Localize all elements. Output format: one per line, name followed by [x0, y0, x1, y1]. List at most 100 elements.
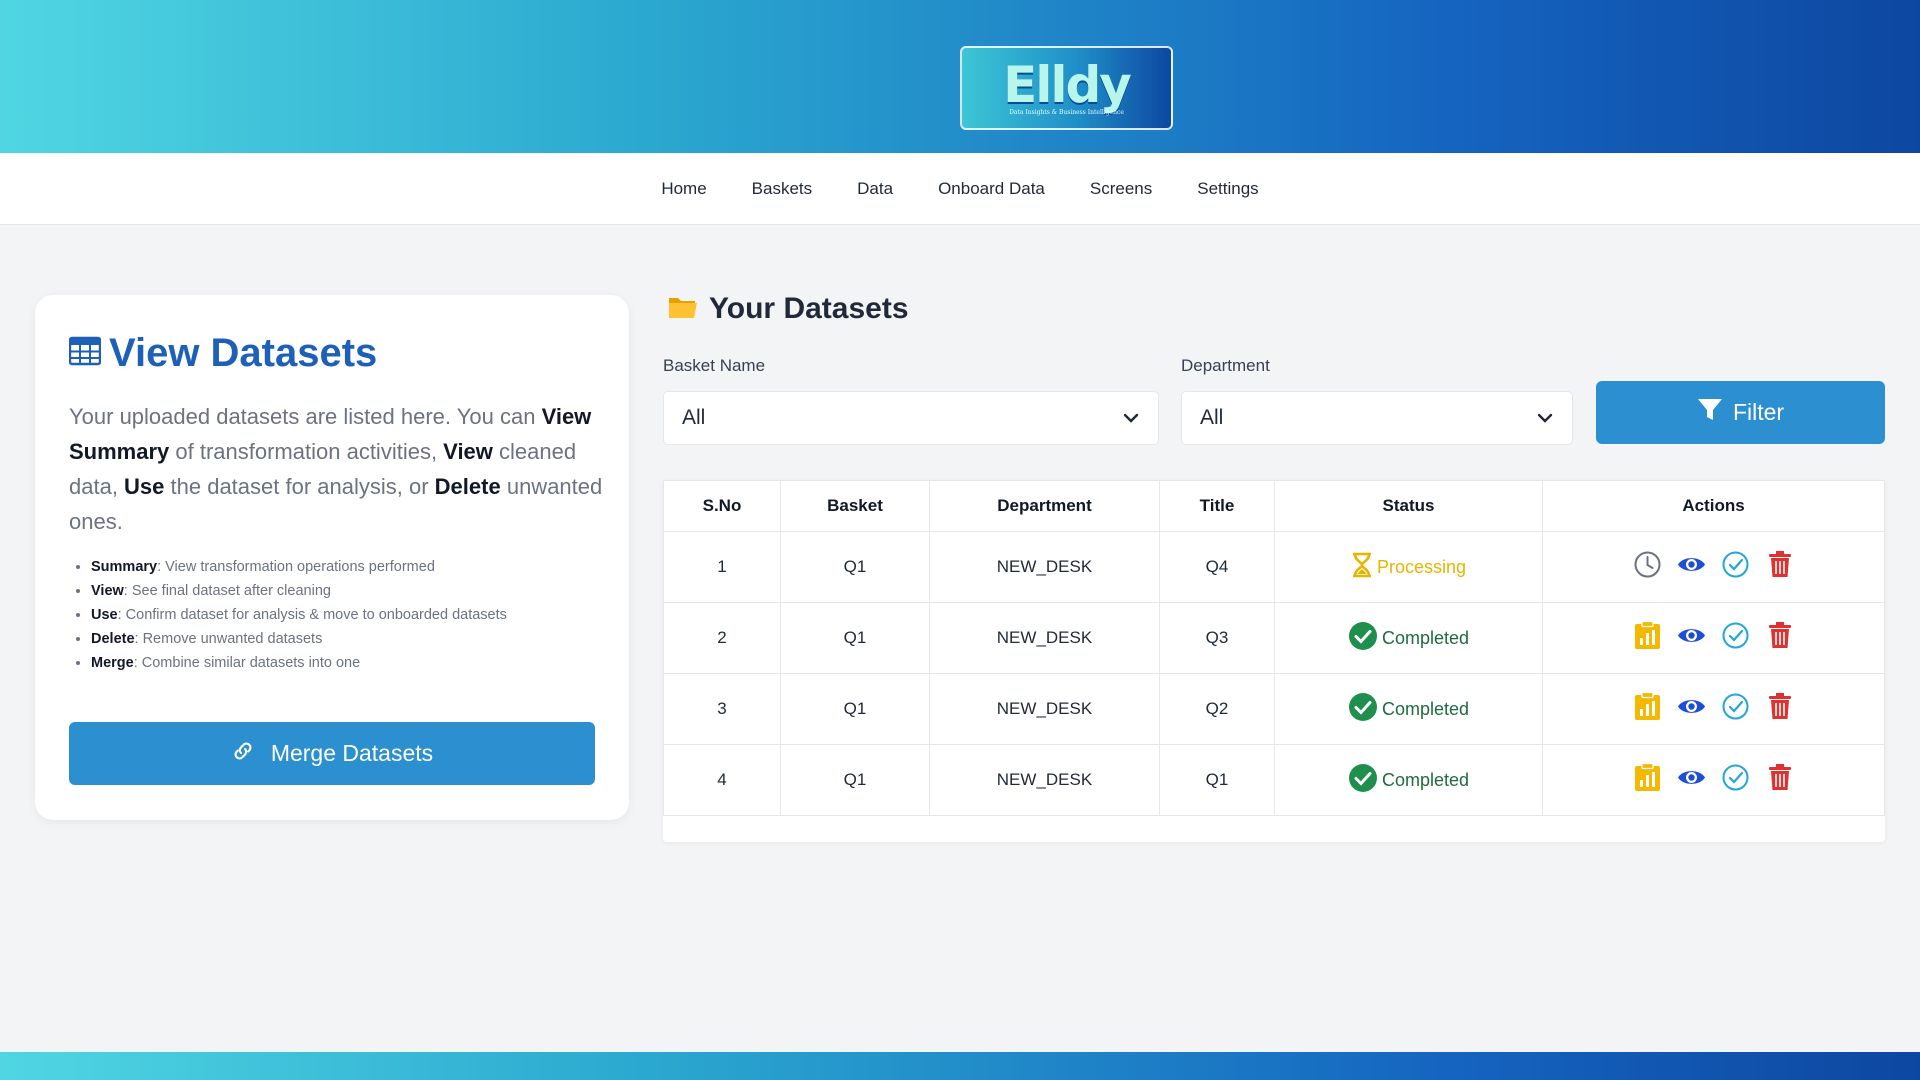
table-row: 2 Q1 NEW_DESK Q3 Completed [663, 602, 1885, 674]
status-badge: Completed [1348, 621, 1469, 656]
funnel-icon [1697, 397, 1723, 429]
col-sno: S.No [663, 480, 781, 532]
summary-clipboard-icon[interactable] [1633, 763, 1662, 792]
cell-status: Completed [1274, 673, 1543, 745]
help-item-summary: Summary: View transformation operations … [91, 555, 611, 579]
delete-trash-icon[interactable] [1765, 692, 1794, 721]
cell-actions [1542, 744, 1885, 816]
hourglass-icon [1351, 552, 1373, 583]
department-select[interactable]: All [1181, 391, 1573, 445]
col-basket: Basket [780, 480, 930, 532]
status-text: Completed [1381, 698, 1470, 719]
table-grid-icon [68, 336, 102, 371]
check-circle-icon [1348, 763, 1378, 798]
chevron-down-icon [1122, 406, 1140, 430]
use-check-icon[interactable] [1721, 763, 1750, 792]
help-item-merge: Merge: Combine similar datasets into one [91, 651, 611, 675]
cell-actions [1542, 531, 1885, 603]
main-nav: Home Baskets Data Onboard Data Screens S… [0, 153, 1920, 225]
info-title: View Datasets [68, 331, 378, 376]
help-item-use: Use: Confirm dataset for analysis & move… [91, 603, 611, 627]
folder-icon [667, 293, 699, 326]
datasets-table-container: S.No Basket Department Title Status Acti… [663, 480, 1885, 842]
cell-department: NEW_DESK [929, 531, 1160, 603]
delete-trash-icon[interactable] [1765, 621, 1794, 650]
table-header-row: S.No Basket Department Title Status Acti… [663, 480, 1885, 532]
view-eye-icon[interactable] [1677, 763, 1706, 792]
view-eye-icon[interactable] [1677, 621, 1706, 650]
cell-sno: 1 [663, 531, 781, 603]
cell-status: Completed [1274, 602, 1543, 674]
nav-onboard-data[interactable]: Onboard Data [938, 179, 1045, 199]
info-description: Your uploaded datasets are listed here. … [69, 404, 603, 534]
use-check-icon[interactable] [1721, 692, 1750, 721]
cell-actions [1542, 602, 1885, 674]
cell-basket: Q1 [780, 744, 930, 816]
filter-label: Filter [1732, 399, 1785, 425]
department-label: Department [1181, 356, 1270, 375]
col-actions: Actions [1542, 480, 1885, 532]
cell-department: NEW_DESK [929, 673, 1160, 745]
merge-label: Merge Datasets [270, 740, 434, 766]
nav-baskets[interactable]: Baskets [752, 179, 812, 199]
summary-clipboard-icon[interactable] [1633, 692, 1662, 721]
check-circle-icon [1348, 692, 1378, 727]
logo-text: Elldy [1003, 55, 1132, 114]
basket-select[interactable]: All [663, 391, 1159, 445]
cell-sno: 3 [663, 673, 781, 745]
check-circle-icon [1348, 621, 1378, 656]
cell-sno: 2 [663, 602, 781, 674]
cell-basket: Q1 [780, 602, 930, 674]
action-help-list: Summary: View transformation operations … [91, 555, 611, 675]
logo-subtitle: Data Insights & Business Intelligence [1009, 108, 1124, 116]
nav-settings[interactable]: Settings [1197, 179, 1258, 199]
delete-trash-icon[interactable] [1765, 550, 1794, 579]
bottom-banner [0, 1052, 1920, 1080]
status-text: Processing [1376, 556, 1467, 577]
nav-home[interactable]: Home [661, 179, 706, 199]
cell-title: Q3 [1159, 602, 1275, 674]
cell-sno: 4 [663, 744, 781, 816]
basket-select-value: All [682, 406, 706, 429]
col-status: Status [1274, 480, 1543, 532]
cell-status: Processing [1274, 531, 1543, 603]
chevron-down-icon [1536, 406, 1554, 430]
use-check-icon[interactable] [1721, 621, 1750, 650]
use-check-icon[interactable] [1721, 550, 1750, 579]
department-select-value: All [1200, 406, 1224, 429]
view-eye-icon[interactable] [1677, 550, 1706, 579]
table-row: 3 Q1 NEW_DESK Q2 Completed [663, 673, 1885, 745]
basket-name-label: Basket Name [663, 356, 766, 375]
page-title: View Datasets [109, 331, 378, 375]
cell-status: Completed [1274, 744, 1543, 816]
cell-department: NEW_DESK [929, 602, 1160, 674]
cell-title: Q4 [1159, 531, 1275, 603]
clock-icon[interactable] [1633, 550, 1662, 579]
cell-department: NEW_DESK [929, 744, 1160, 816]
datasets-table: S.No Basket Department Title Status Acti… [663, 480, 1885, 816]
cell-basket: Q1 [780, 673, 930, 745]
col-department: Department [929, 480, 1160, 532]
info-card: View Datasets Your uploaded datasets are… [35, 295, 629, 820]
cell-basket: Q1 [780, 531, 930, 603]
cell-title: Q2 [1159, 673, 1275, 745]
view-eye-icon[interactable] [1677, 692, 1706, 721]
status-badge: Completed [1348, 692, 1469, 727]
merge-datasets-button[interactable]: Merge Datasets [69, 722, 595, 785]
status-badge: Processing [1351, 552, 1466, 583]
summary-clipboard-icon[interactable] [1633, 621, 1662, 650]
col-title: Title [1159, 480, 1275, 532]
help-item-view: View: See final dataset after cleaning [91, 579, 611, 603]
delete-trash-icon[interactable] [1765, 763, 1794, 792]
help-item-delete: Delete: Remove unwanted datasets [91, 627, 611, 651]
top-banner: Elldy Data Insights & Business Intellige… [0, 0, 1920, 153]
nav-data[interactable]: Data [857, 179, 893, 199]
table-row: 4 Q1 NEW_DESK Q1 Completed [663, 744, 1885, 816]
nav-screens[interactable]: Screens [1090, 179, 1152, 199]
filter-button[interactable]: Filter [1596, 381, 1885, 444]
status-text: Completed [1381, 769, 1470, 790]
datasets-heading: Your Datasets [667, 292, 909, 326]
table-row: 1 Q1 NEW_DESK Q4 Processing [663, 531, 1885, 603]
status-badge: Completed [1348, 763, 1469, 798]
brand-logo[interactable]: Elldy Data Insights & Business Intellige… [960, 46, 1173, 130]
